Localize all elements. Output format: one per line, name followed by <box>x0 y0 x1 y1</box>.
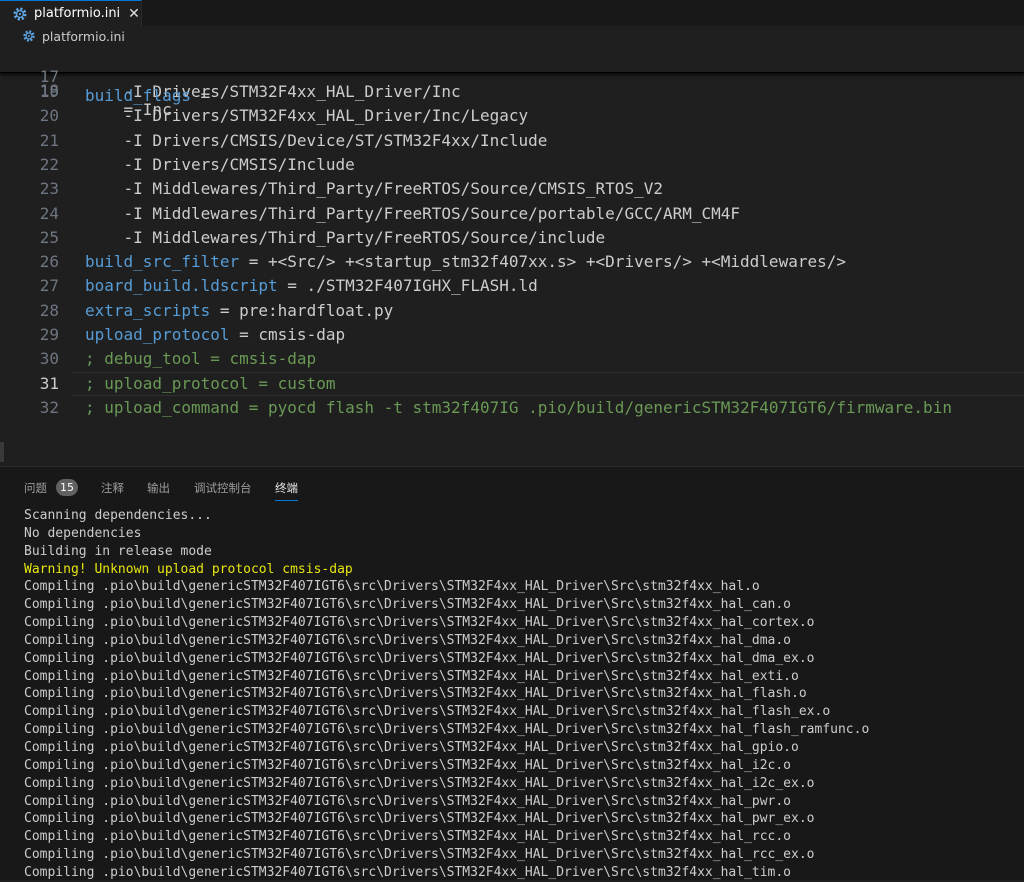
terminal-line: Compiling .pio\build\genericSTM32F407IGT… <box>24 704 831 720</box>
tab-output[interactable]: 输出 <box>147 480 170 496</box>
terminal-line: Compiling .pio\build\genericSTM32F407IGT… <box>24 864 792 880</box>
code-line: 25 -I Middlewares/Third_Party/FreeRTOS/S… <box>0 226 1024 250</box>
tab-platformio-ini[interactable]: platformio.ini ✕ <box>0 0 142 26</box>
breadcrumb-file[interactable]: platformio.ini <box>42 29 125 44</box>
line-number: 30 <box>39 349 59 369</box>
terminal-line: Compiling .pio\build\genericSTM32F407IGT… <box>24 597 792 613</box>
terminal-line: Compiling .pio\build\genericSTM32F407IGT… <box>24 650 815 666</box>
ini-key: board_build.ldscript <box>85 276 278 296</box>
terminal-line: Compiling .pio\build\genericSTM32F407IGT… <box>24 632 792 648</box>
terminal-line: Compiling .pio\build\genericSTM32F407IGT… <box>24 739 799 755</box>
code-line: 23 -I Middlewares/Third_Party/FreeRTOS/S… <box>0 177 1024 201</box>
line-number: 24 <box>39 203 59 223</box>
terminal-line: Scanning dependencies... <box>24 508 212 523</box>
code-text: -I Drivers/CMSIS/Include <box>85 154 355 174</box>
code-line: 27 board_build.ldscript = ./STM32F407IGHX… <box>0 274 1024 298</box>
tab-problems[interactable]: 问题 <box>24 480 47 496</box>
line-number: 28 <box>39 300 59 320</box>
terminal-line: Compiling .pio\build\genericSTM32F407IGT… <box>24 686 807 702</box>
code-text: build_src_filter = +<Src/> +<startup_stm… <box>85 250 846 274</box>
terminal-line: Compiling .pio\build\genericSTM32F407IGT… <box>24 847 815 863</box>
code-text: upload_protocol = cmsis-dap <box>85 323 345 347</box>
code-comment: ; upload_command = pyocd flash -t stm32f… <box>85 397 952 417</box>
code-text: -I Drivers/CMSIS/Device/ST/STM32F4xx/Inc… <box>85 130 548 150</box>
line-number: 29 <box>39 325 59 344</box>
gear-icon <box>23 30 35 42</box>
code-comment: ; debug_tool = cmsis-dap <box>85 349 317 369</box>
code-text: extra_scripts = pre:hardfloat.py <box>85 299 393 323</box>
terminal-output[interactable]: Scanning dependencies... No dependencies B… <box>24 507 1024 882</box>
line-number: 22 <box>39 154 59 174</box>
code-text: -I Middlewares/Third_Party/FreeRTOS/Sour… <box>85 179 663 199</box>
terminal-line: Compiling .pio\build\genericSTM32F407IGT… <box>24 722 870 738</box>
sticky-scroll-line[interactable]: 17 build_flags = <box>0 46 1024 105</box>
tab-debug-console[interactable]: 调试控制台 <box>194 480 252 496</box>
code-text: -I Middlewares/Third_Party/FreeRTOS/Sour… <box>85 227 606 247</box>
line-number: 17 <box>39 67 59 86</box>
code-line: 29 upload_protocol = cmsis-dap <box>0 323 1024 347</box>
ini-key: upload_protocol <box>85 325 230 344</box>
terminal-line: Compiling .pio\build\genericSTM32F407IGT… <box>24 793 792 809</box>
terminal-line: No dependencies <box>24 525 142 541</box>
close-icon[interactable]: ✕ <box>128 6 140 22</box>
code-text: -I Middlewares/Third_Party/FreeRTOS/Sour… <box>85 203 741 223</box>
ini-value: = <box>190 86 211 105</box>
code-editor[interactable]: 17 build_flags = 18 = Inc 19 -I Drivers/… <box>0 46 1024 466</box>
terminal-line: Building in release mode <box>24 543 212 559</box>
panel-tabs: 问题 15 注释 输出 调试控制台 终端 <box>0 467 1024 507</box>
terminal-line: Compiling .pio\build\genericSTM32F407IGT… <box>24 615 815 631</box>
gear-icon <box>13 7 27 20</box>
tab-label: platformio.ini <box>34 6 121 21</box>
problems-count-badge: 15 <box>56 479 78 496</box>
code-line: 32 ; upload_command = pyocd flash -t stm3… <box>0 396 1024 420</box>
terminal-line: Compiling .pio\build\genericSTM32F407IGT… <box>24 668 799 684</box>
line-number: 23 <box>39 179 59 199</box>
gutter-marker <box>0 442 4 462</box>
bottom-panel: 问题 15 注释 输出 调试控制台 终端 Scanning dependenci… <box>0 466 1024 880</box>
code-line: 22 -I Drivers/CMSIS/Include <box>0 153 1024 177</box>
terminal-line: Compiling .pio\build\genericSTM32F407IGT… <box>24 757 792 773</box>
ini-value: = +<Src/> +<startup_stm32f407xx.s> +<Dri… <box>239 252 846 272</box>
code-line: 31 ; upload_protocol = custom <box>0 372 1024 396</box>
code-line: 30 ; debug_tool = cmsis-dap <box>0 347 1024 371</box>
terminal-line: Compiling .pio\build\genericSTM32F407IGT… <box>24 579 760 595</box>
ini-key: build_flags <box>85 86 191 105</box>
line-number: 27 <box>39 276 59 296</box>
code-line: 28 extra_scripts = pre:hardfloat.py <box>0 299 1024 323</box>
ini-key: build_src_filter <box>85 252 240 272</box>
line-number: 25 <box>39 227 59 247</box>
line-number: 21 <box>39 130 59 150</box>
ini-value: = pre:hardfloat.py <box>210 300 394 320</box>
terminal-line: Compiling .pio\build\genericSTM32F407IGT… <box>24 775 815 791</box>
code-line: 21 -I Drivers/CMSIS/Device/ST/STM32F4xx/… <box>0 129 1024 153</box>
tab-terminal[interactable]: 终端 <box>275 480 298 501</box>
ini-key: extra_scripts <box>85 300 211 320</box>
code-text: board_build.ldscript = ./STM32F407IGHX_F… <box>85 274 538 298</box>
line-number: 32 <box>39 397 59 417</box>
terminal-line: Compiling .pio\build\genericSTM32F407IGT… <box>24 829 792 845</box>
terminal-warning-line: Warning! Unknown upload protocol cmsis-d… <box>24 561 353 577</box>
code-comment: ; upload_protocol = custom <box>85 373 336 393</box>
line-number: 26 <box>39 252 59 272</box>
ini-value: = ./STM32F407IGHX_FLASH.ld <box>277 276 538 296</box>
editor-tab-bar: platformio.ini ✕ <box>0 0 1024 26</box>
code-line: 24 -I Middlewares/Third_Party/FreeRTOS/S… <box>0 202 1024 226</box>
line-number: 31 <box>39 373 59 393</box>
ini-value: = cmsis-dap <box>229 325 346 344</box>
breadcrumb: platformio.ini <box>0 26 1024 46</box>
code-line: 26 build_src_filter = +<Src/> +<startup_s… <box>0 250 1024 274</box>
tab-comments[interactable]: 注释 <box>101 480 124 496</box>
code-line: build_flags = <box>85 84 210 108</box>
terminal-line: Compiling .pio\build\genericSTM32F407IGT… <box>24 811 815 827</box>
